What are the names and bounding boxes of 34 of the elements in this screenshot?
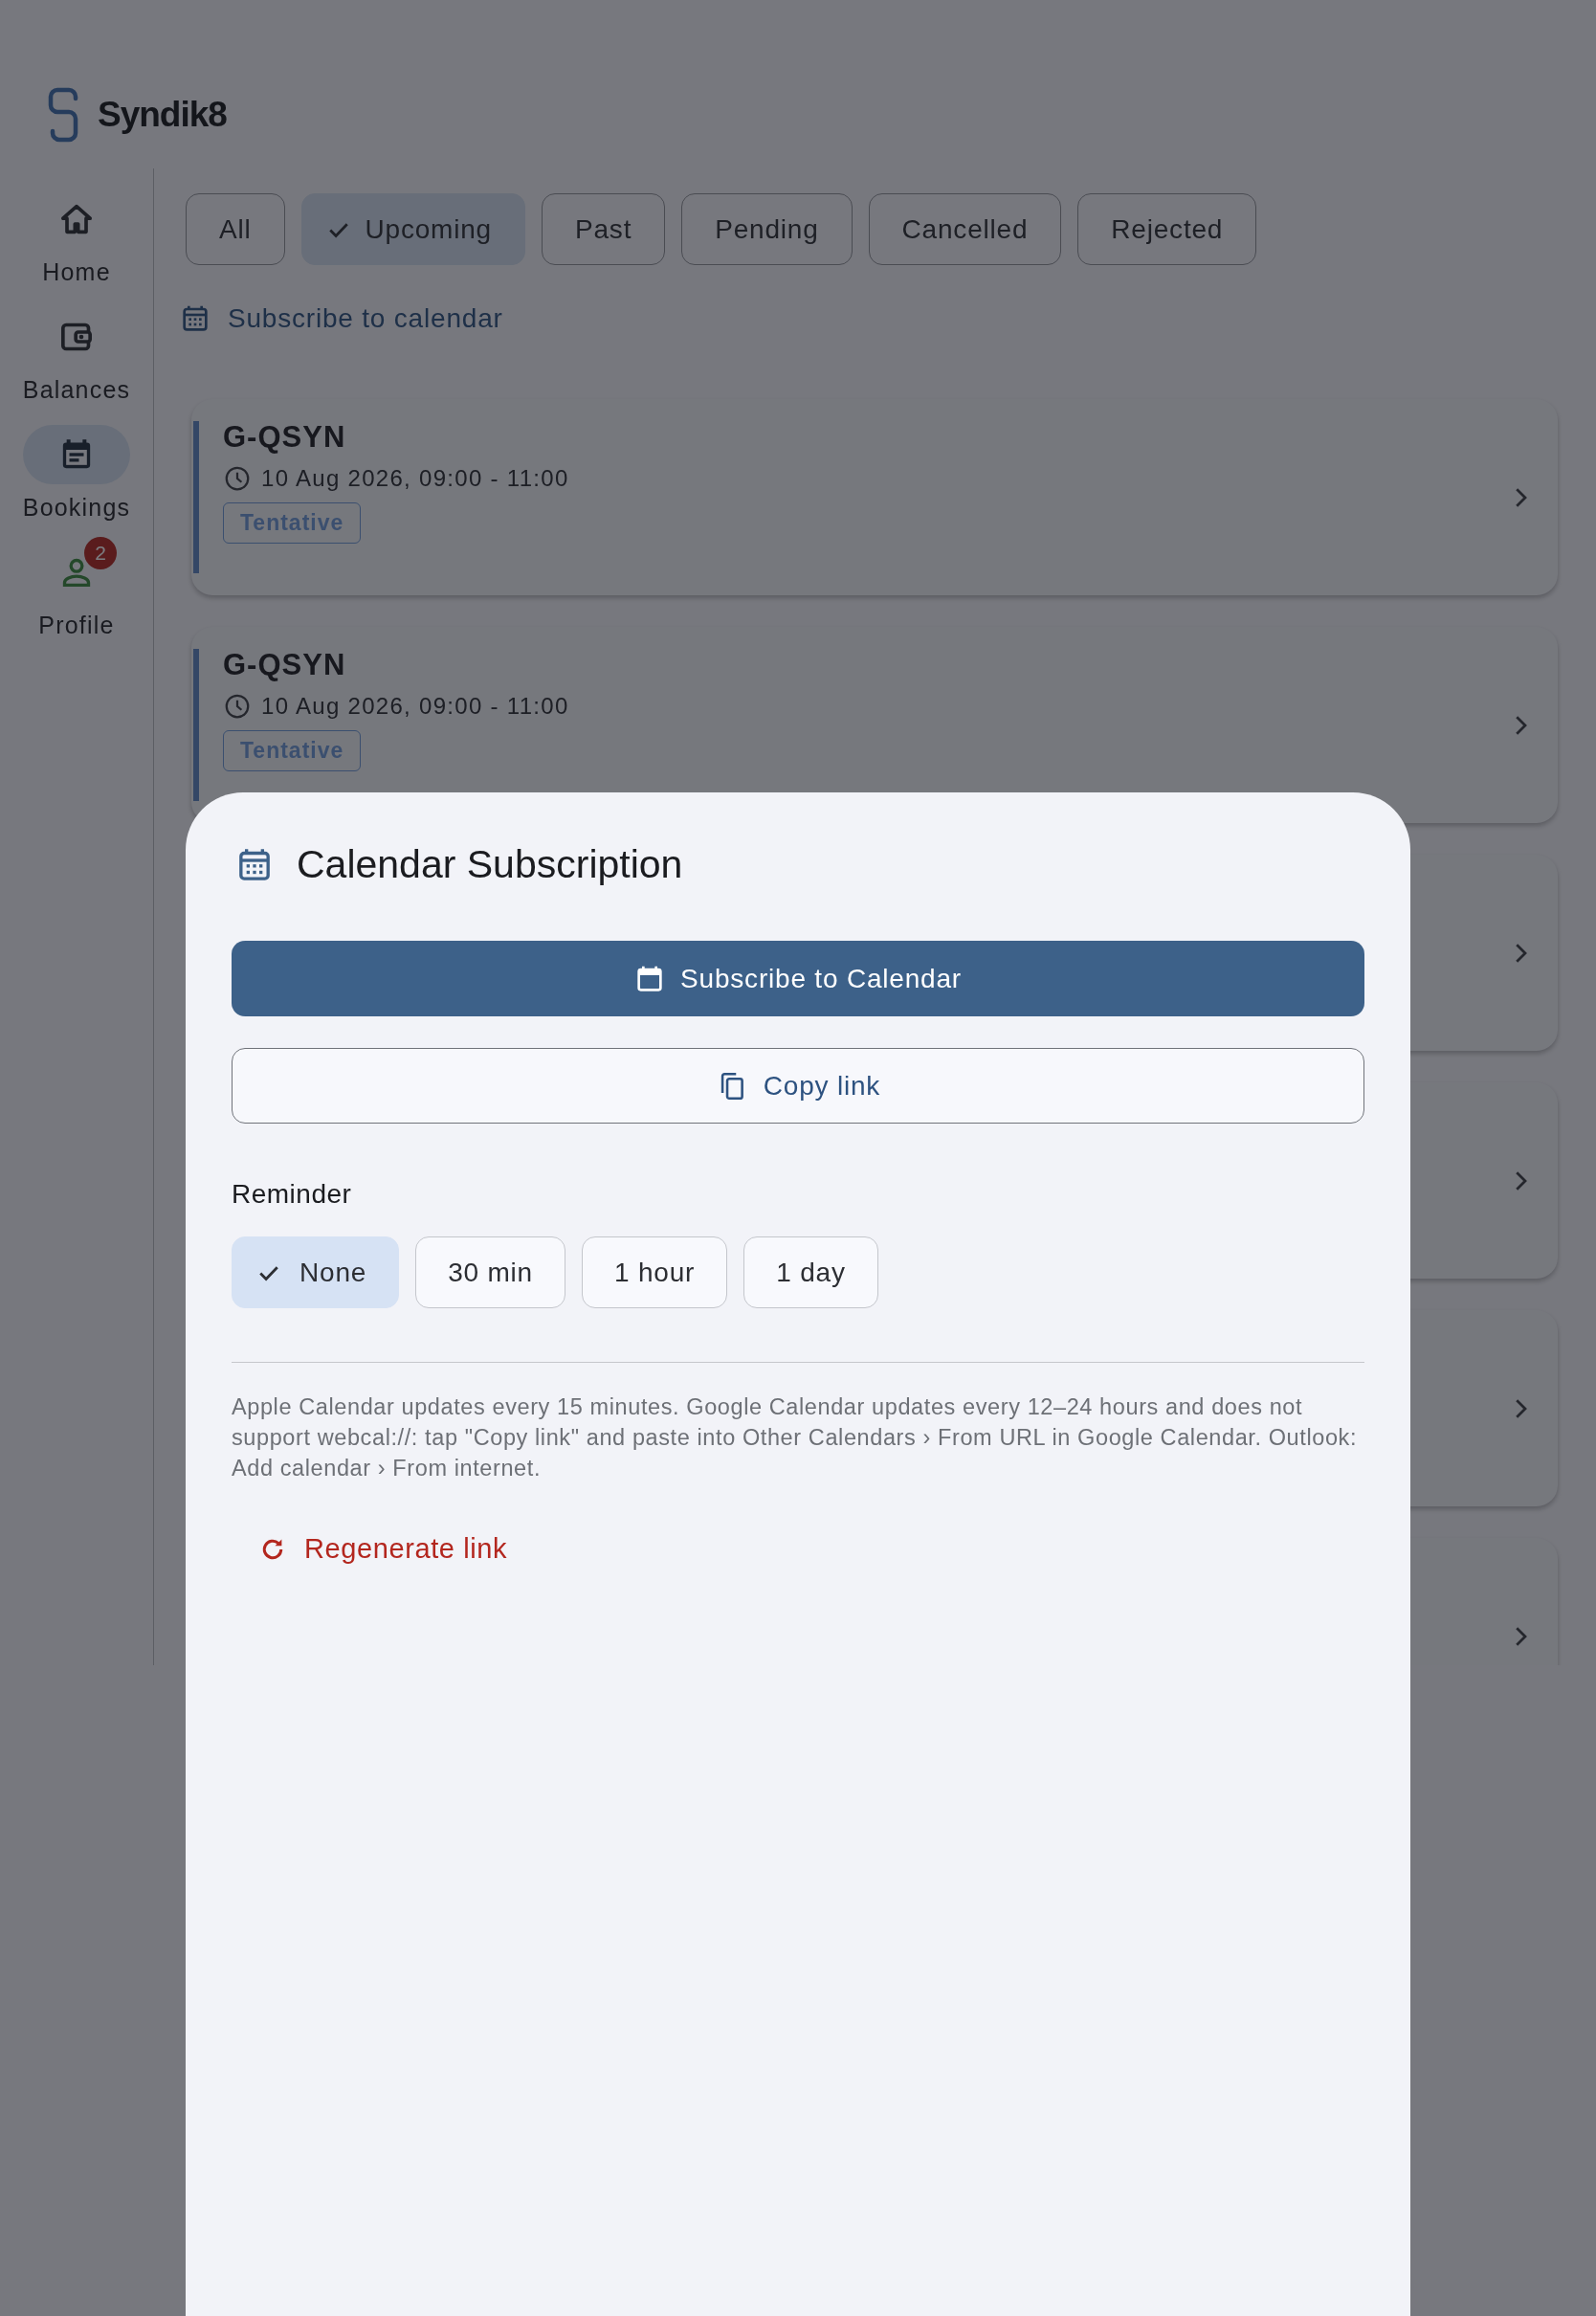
app-logo: Syndik8 (98, 95, 227, 135)
reminder-option[interactable]: 1 hour (582, 1236, 728, 1308)
nav-item[interactable]: Balances (5, 298, 148, 404)
clock-icon (223, 464, 252, 493)
filter-chip[interactable]: Cancelled (868, 193, 1062, 265)
subscribe-button[interactable]: Subscribe to Calendar (232, 941, 1364, 1016)
filter-chip[interactable]: Upcoming (300, 193, 525, 265)
dialog-title: Calendar Subscription (297, 842, 683, 887)
booking-title: G-QSYN (223, 648, 346, 682)
filter-chip[interactable]: Pending (681, 193, 853, 265)
nav-item[interactable]: Bookings (5, 415, 148, 522)
filter-chip[interactable]: Rejected (1077, 193, 1257, 265)
filter-chip[interactable]: All (186, 193, 285, 265)
reminder-option[interactable]: None (232, 1236, 400, 1308)
booking-title: G-QSYN (223, 420, 346, 455)
regenerate-link[interactable]: Regenerate link (258, 1533, 508, 1565)
status-tag: Tentative (223, 730, 362, 771)
logo-icon (48, 87, 78, 143)
reminder-label: Reminder (232, 1179, 353, 1210)
status-tag: Tentative (223, 502, 362, 544)
subscribe-link[interactable]: Subscribe to calendar (180, 303, 503, 334)
calendar-icon (180, 303, 211, 334)
notification-badge: 2 (84, 537, 117, 569)
booking-card[interactable]: G-QSYN 10 Aug 2026, 09:00 - 11:00 Tentative (191, 399, 1558, 595)
clock-icon (223, 692, 252, 721)
filter-chip[interactable]: Past (542, 193, 666, 265)
reminder-option[interactable]: 30 min (415, 1236, 565, 1308)
booking-time: 10 Aug 2026, 09:00 - 11:00 (261, 693, 569, 720)
nav-item[interactable]: Home (5, 180, 148, 286)
nav-item[interactable]: 2 Profile (5, 533, 148, 639)
reminder-option[interactable]: 1 day (743, 1236, 878, 1308)
help-text: Apple Calendar updates every 15 minutes. Google Calendar updates every 12–24 hours and does not support webcal://: tap "Copy link" and paste into Other Calendars › From URL in Google Calendar. Outlook: Add calendar › From internet. (232, 1393, 1359, 1482)
booking-time: 10 Aug 2026, 09:00 - 11:00 (261, 465, 569, 492)
copy-link-button[interactable]: Copy link (232, 1048, 1364, 1124)
